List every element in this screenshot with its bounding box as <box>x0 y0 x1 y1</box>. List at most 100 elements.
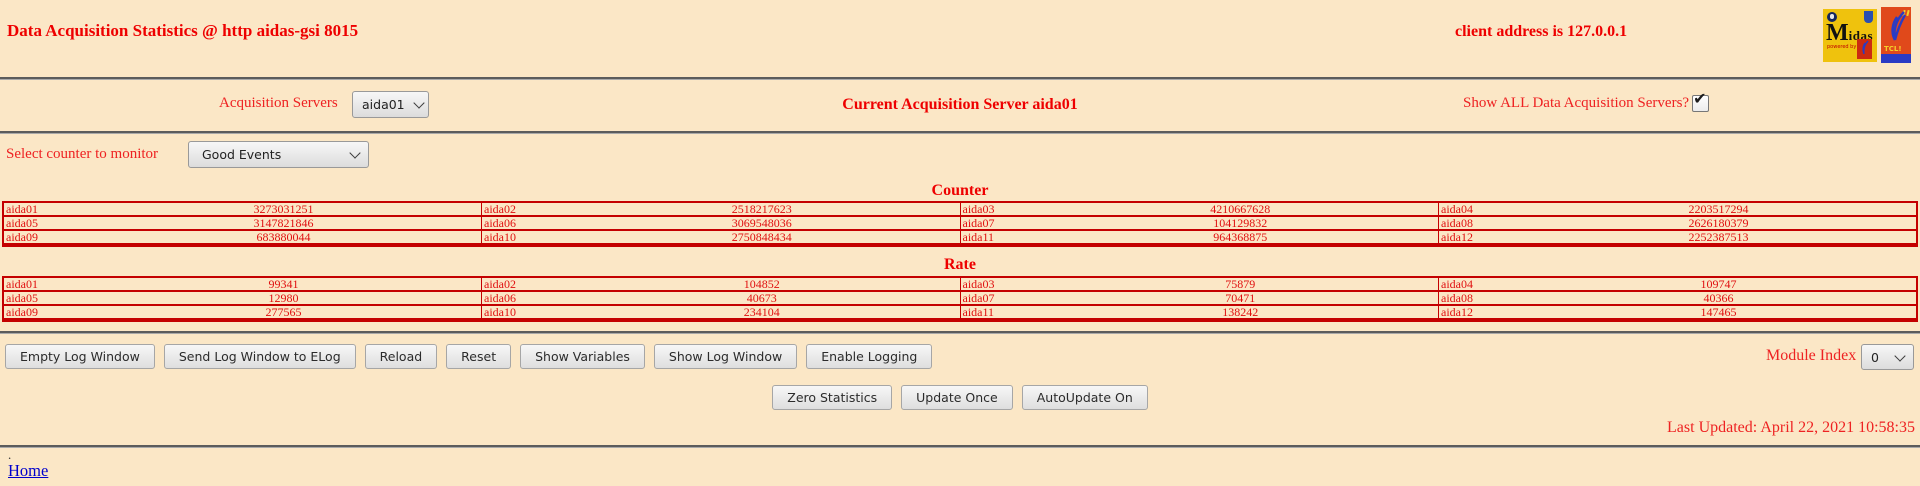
module-index-select-value: 0 <box>1871 350 1879 365</box>
table-row: aida053147821846aida063069548036aida0710… <box>3 216 1917 230</box>
stat-value: 147465 <box>1521 306 1916 318</box>
stat-value: 683880044 <box>86 231 481 243</box>
server-stat-cell: aida10234104 <box>482 305 961 320</box>
server-name: aida05 <box>4 292 86 304</box>
server-stat-cell: aida11138242 <box>960 305 1439 320</box>
show-variables-button[interactable]: Show Variables <box>520 344 645 369</box>
stat-value: 3069548036 <box>564 217 960 229</box>
server-name: aida09 <box>4 306 86 318</box>
table-row: aida0199341aida02104852aida0375879aida04… <box>3 277 1917 291</box>
reset-button[interactable]: Reset <box>446 344 511 369</box>
midas-powered-by-text: powered by <box>1827 44 1856 50</box>
tcl-name-text: TCL! <box>1884 45 1902 53</box>
select-counter-label: Select counter to monitor <box>6 146 158 163</box>
server-stat-cell: aida053147821846 <box>3 216 482 230</box>
server-name: aida06 <box>482 292 564 304</box>
stat-value: 234104 <box>564 306 960 318</box>
show-log-window-button[interactable]: Show Log Window <box>654 344 797 369</box>
server-stat-cell: aida082626180379 <box>1439 216 1918 230</box>
server-stat-cell: aida042203517294 <box>1439 202 1918 216</box>
stat-value: 2252387513 <box>1521 231 1916 243</box>
table-row: aida09683880044aida102750848434aida11964… <box>3 230 1917 245</box>
server-stat-cell: aida102750848434 <box>482 230 961 245</box>
stat-value: 40673 <box>564 292 960 304</box>
server-name: aida09 <box>4 231 86 243</box>
table-row: aida0512980aida0640673aida0770471aida084… <box>3 291 1917 305</box>
rate-table: aida0199341aida02104852aida0375879aida04… <box>2 276 1918 322</box>
server-name: aida07 <box>961 217 1043 229</box>
page: Data Acquisition Statistics @ http aidas… <box>0 0 1920 486</box>
server-name: aida03 <box>961 203 1043 215</box>
server-name: aida12 <box>1439 231 1521 243</box>
server-stat-cell: aida063069548036 <box>482 216 961 230</box>
server-stat-cell: aida013273031251 <box>3 202 482 216</box>
show-all-label: Show ALL Data Acquisition Servers? <box>1463 95 1689 112</box>
server-stat-cell: aida07104129832 <box>960 216 1439 230</box>
server-name: aida07 <box>961 292 1043 304</box>
server-stat-cell: aida0375879 <box>960 277 1439 291</box>
module-index-select[interactable]: 0 <box>1861 344 1914 370</box>
action-bar: Zero Statistics Update Once AutoUpdate O… <box>0 385 1920 410</box>
checkmark-icon: ✔ <box>1693 89 1706 108</box>
server-name: aida12 <box>1439 306 1521 318</box>
module-index-label: Module Index <box>1766 347 1856 365</box>
rate-heading: Rate <box>0 256 1920 274</box>
server-name: aida10 <box>482 231 564 243</box>
tcl-powered-band: POWERED <box>1881 54 1911 63</box>
server-stat-cell: aida0840366 <box>1439 291 1918 305</box>
stat-value: 138242 <box>1043 306 1439 318</box>
counter-table: aida013273031251aida022518217623aida0342… <box>2 201 1918 247</box>
midas-letter: M <box>1826 20 1849 46</box>
server-stat-cell: aida0512980 <box>3 291 482 305</box>
counter-heading: Counter <box>0 182 1920 200</box>
server-name: aida01 <box>4 278 86 290</box>
stat-value: 3147821846 <box>86 217 481 229</box>
empty-log-window-button[interactable]: Empty Log Window <box>5 344 155 369</box>
tcl-powered-logo[interactable]: TCL! POWERED <box>1881 7 1911 63</box>
server-stat-cell: aida11964368875 <box>960 230 1439 245</box>
chevron-down-icon <box>1894 350 1905 361</box>
server-name: aida11 <box>961 231 1043 243</box>
stat-value: 104852 <box>564 278 960 290</box>
stat-value: 2626180379 <box>1521 217 1916 229</box>
server-name: aida02 <box>482 278 564 290</box>
stat-value: 104129832 <box>1043 217 1439 229</box>
autoupdate-on-button[interactable]: AutoUpdate On <box>1022 385 1148 410</box>
server-name: aida06 <box>482 217 564 229</box>
server-stat-cell: aida0640673 <box>482 291 961 305</box>
zero-statistics-button[interactable]: Zero Statistics <box>772 385 892 410</box>
midas-logo[interactable]: Midas powered by <box>1823 9 1877 62</box>
table-row: aida09277565aida10234104aida11138242aida… <box>3 305 1917 320</box>
stat-value: 75879 <box>1043 278 1439 290</box>
server-stat-cell: aida0770471 <box>960 291 1439 305</box>
server-name: aida08 <box>1439 217 1521 229</box>
home-link[interactable]: Home <box>8 461 48 481</box>
server-name: aida03 <box>961 278 1043 290</box>
send-log-to-elog-button[interactable]: Send Log Window to ELog <box>164 344 356 369</box>
stat-value: 3273031251 <box>86 203 481 215</box>
stat-value: 2750848434 <box>564 231 960 243</box>
reload-button[interactable]: Reload <box>365 344 438 369</box>
enable-logging-button[interactable]: Enable Logging <box>806 344 932 369</box>
table-row: aida013273031251aida022518217623aida0342… <box>3 202 1917 216</box>
server-name: aida01 <box>4 203 86 215</box>
counter-monitor-select[interactable]: Good Events <box>188 141 369 168</box>
server-name: aida05 <box>4 217 86 229</box>
counter-monitor-select-value: Good Events <box>202 147 281 162</box>
server-stat-cell: aida04109747 <box>1439 277 1918 291</box>
show-all-group: Show ALL Data Acquisition Servers? ✔ <box>1463 95 1709 112</box>
stat-value: 70471 <box>1043 292 1439 304</box>
server-stat-cell: aida034210667628 <box>960 202 1439 216</box>
stat-value: 99341 <box>86 278 481 290</box>
stat-value: 109747 <box>1521 278 1916 290</box>
server-stat-cell: aida09683880044 <box>3 230 482 245</box>
stat-value: 40366 <box>1521 292 1916 304</box>
stat-value: 12980 <box>86 292 481 304</box>
update-once-button[interactable]: Update Once <box>901 385 1013 410</box>
divider <box>0 331 1920 334</box>
stat-value: 2518217623 <box>564 203 960 215</box>
server-name: aida11 <box>961 306 1043 318</box>
server-name: aida10 <box>482 306 564 318</box>
server-stat-cell: aida12147465 <box>1439 305 1918 320</box>
show-all-checkbox[interactable]: ✔ <box>1692 95 1709 112</box>
